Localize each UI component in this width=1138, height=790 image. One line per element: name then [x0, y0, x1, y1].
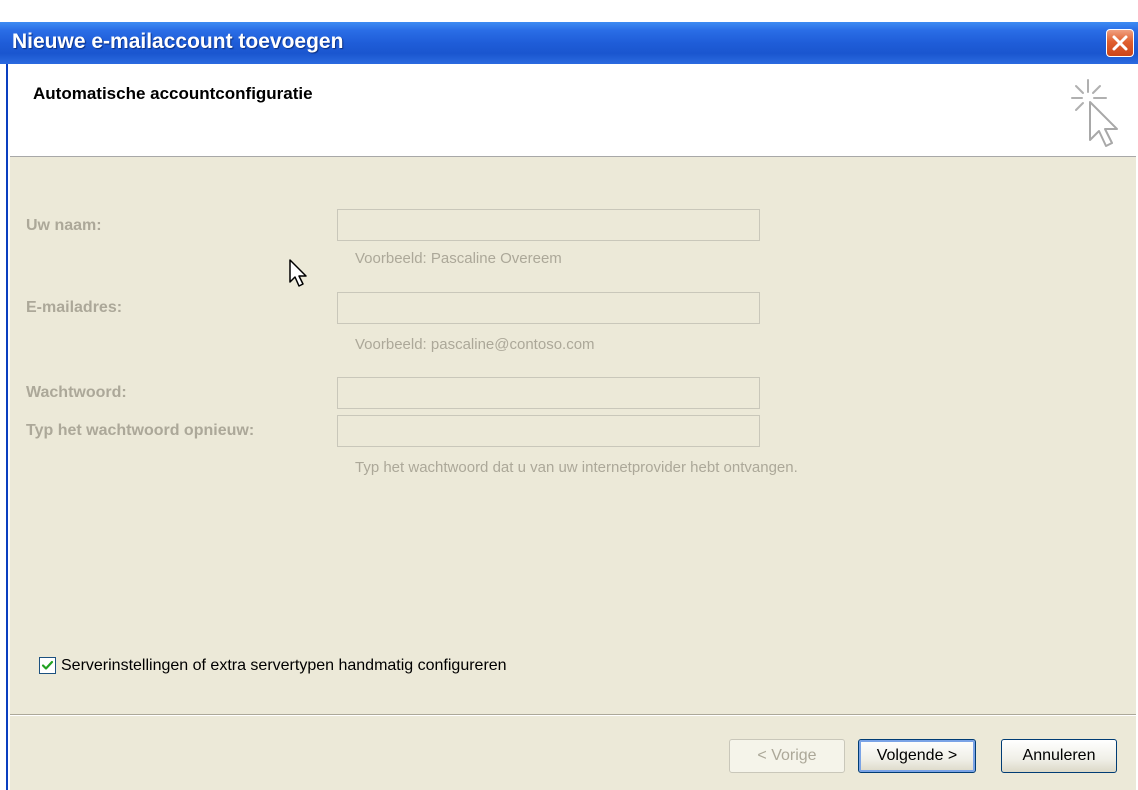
mouse-pointer-icon	[289, 259, 307, 287]
password-label: Wachtwoord:	[26, 384, 127, 401]
email-label: E-mailadres:	[26, 299, 123, 316]
page-title: Automatische accountconfiguratie	[33, 84, 313, 103]
name-input[interactable]	[337, 209, 760, 241]
password-repeat-label: Typ het wachtwoord opnieuw:	[26, 422, 255, 439]
cancel-button[interactable]: Annuleren	[1001, 739, 1117, 773]
title-bar[interactable]: Nieuwe e-mailaccount toevoegen	[0, 22, 1138, 64]
cursor-sparkle-icon	[1071, 79, 1118, 147]
dialog-window: Nieuwe e-mailaccount toevoegen Automatis…	[0, 0, 1138, 790]
back-button[interactable]: < Vorige	[729, 739, 845, 773]
left-border	[6, 64, 8, 790]
manual-config-checkbox[interactable]	[39, 657, 56, 674]
wizard-content: Uw naam: Voorbeeld: Pascaline Overeem E-…	[10, 157, 1136, 790]
password-input[interactable]	[337, 377, 760, 409]
email-input[interactable]	[337, 292, 760, 324]
close-button[interactable]	[1106, 29, 1134, 57]
manual-config-label[interactable]: Serverinstellingen of extra servertypen …	[61, 657, 507, 675]
close-icon	[1112, 35, 1128, 51]
wizard-header: Automatische accountconfiguratie	[10, 64, 1136, 157]
password-hint: Typ het wachtwoord dat u van uw internet…	[355, 459, 798, 476]
next-button[interactable]: Volgende >	[858, 739, 976, 773]
password-repeat-input[interactable]	[337, 415, 760, 447]
window-title: Nieuwe e-mailaccount toevoegen	[12, 30, 344, 53]
email-hint: Voorbeeld: pascaline@contoso.com	[355, 336, 595, 353]
checkmark-icon	[41, 660, 54, 670]
name-hint: Voorbeeld: Pascaline Overeem	[355, 250, 562, 267]
name-label: Uw naam:	[26, 217, 102, 234]
footer-divider	[10, 714, 1136, 716]
